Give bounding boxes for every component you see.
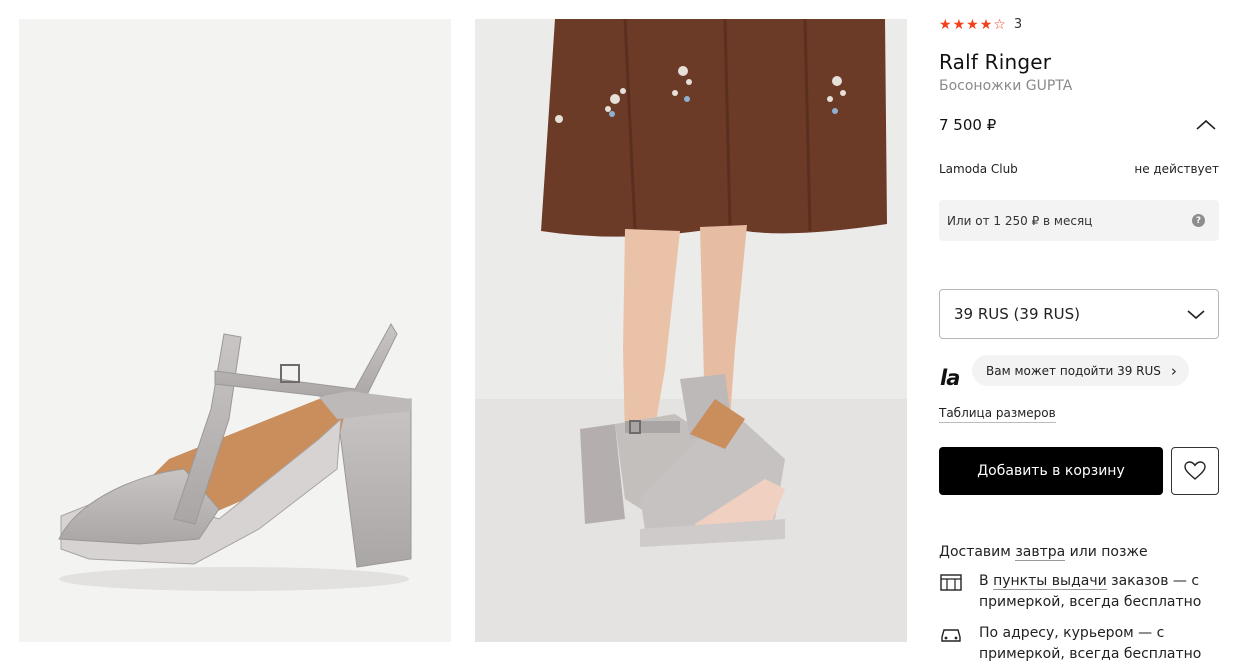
chevron-right-icon: › <box>1170 361 1177 380</box>
delivery-suffix: или позже <box>1069 544 1148 560</box>
rating[interactable]: ★ ★ ★ ★ ☆ 3 <box>939 17 1022 32</box>
brand-name[interactable]: Ralf Ringer <box>939 50 1051 74</box>
product-name: Босоножки GUPTA <box>939 78 1073 94</box>
delivery-option-courier: По адресу, курьером — с примеркой, всегд… <box>939 623 1219 665</box>
car-icon <box>941 629 961 642</box>
price: 7 500 ₽ <box>939 116 997 134</box>
chevron-down-icon <box>1187 310 1205 320</box>
star-icon: ★ <box>952 16 966 33</box>
model-wearing-image <box>475 19 907 642</box>
chevron-up-icon[interactable] <box>1193 112 1219 138</box>
delivery-heading: Доставим завтра или позже <box>939 544 1148 561</box>
add-to-cart-button[interactable]: Добавить в корзину <box>939 447 1163 495</box>
star-icon: ★ <box>979 16 993 33</box>
star-outline-icon: ☆ <box>993 16 1006 33</box>
size-hint-text: Вам может подойти 39 RUS <box>986 363 1161 378</box>
courier-text: По адресу, курьером — с примеркой, всегд… <box>979 625 1202 662</box>
club-label: Lamoda Club <box>939 162 1018 176</box>
size-table-link[interactable]: Таблица размеров <box>939 406 1056 423</box>
club-row: Lamoda Club не действует <box>939 162 1219 176</box>
club-status: не действует <box>1134 162 1219 176</box>
pickup-text: В пункты выдачи заказов — с примеркой, в… <box>979 573 1202 610</box>
product-photo-1[interactable] <box>19 19 451 642</box>
product-info-panel: ★ ★ ★ ★ ☆ 3 Ralf Ringer Босоножки GUPTA … <box>939 0 1219 662</box>
size-recommendation-chip[interactable]: Вам может подойти 39 RUS › <box>972 355 1189 386</box>
favorite-button[interactable] <box>1171 447 1219 495</box>
star-icon: ★ <box>966 16 979 33</box>
size-selected-value: 39 RUS (39 RUS) <box>954 305 1081 323</box>
question-icon[interactable]: ? <box>1192 214 1205 227</box>
pickup-points-link[interactable]: пункты выдачи <box>993 573 1107 590</box>
rating-count[interactable]: 3 <box>1014 17 1022 32</box>
installment-text: Или от 1 250 ₽ в месяц <box>947 213 1093 228</box>
heart-icon <box>1184 461 1206 480</box>
delivery-date-link[interactable]: завтра <box>1015 544 1066 561</box>
delivery-prefix: Доставим <box>939 544 1011 560</box>
sandal-side-image <box>58 322 412 591</box>
installment-banner[interactable]: Или от 1 250 ₽ в месяц ? <box>939 200 1219 241</box>
star-icon: ★ <box>939 16 952 33</box>
pickup-point-icon <box>940 574 962 591</box>
lamoda-la-logo: la <box>940 366 960 390</box>
size-select[interactable]: 39 RUS (39 RUS) <box>939 289 1219 339</box>
delivery-option-pickup: В пункты выдачи заказов — с примеркой, в… <box>939 571 1219 613</box>
product-photo-2[interactable] <box>475 19 907 642</box>
